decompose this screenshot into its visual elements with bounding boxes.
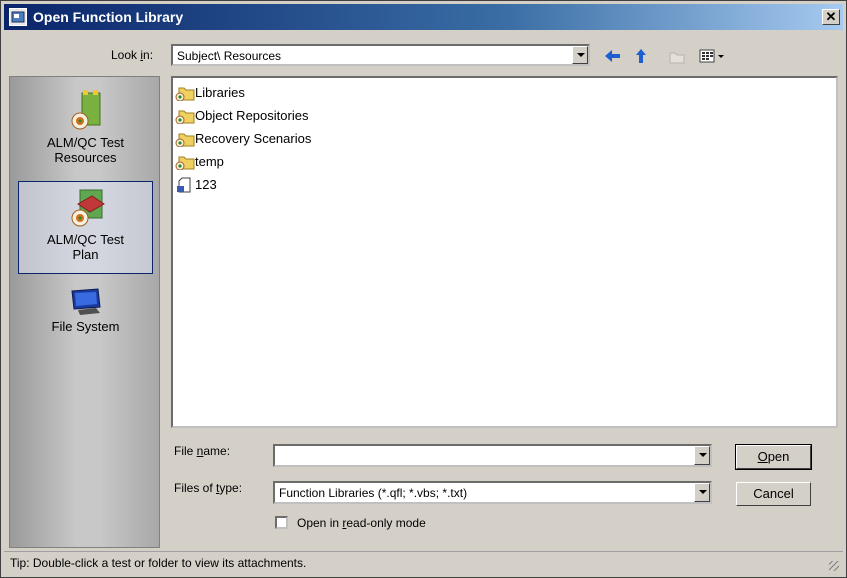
open-function-library-dialog: Open Function Library ✕ Look in: Subject… <box>0 0 847 578</box>
folder-icon <box>175 87 195 102</box>
file-icon <box>177 177 191 193</box>
list-item-label: Recovery Scenarios <box>195 131 312 147</box>
look-in-label: Look in: <box>111 48 154 62</box>
back-arrow-icon[interactable] <box>603 46 623 66</box>
close-button[interactable]: ✕ <box>822 9 840 25</box>
status-bar: Tip: Double-click a test or folder to vi… <box>4 551 843 574</box>
folder-icon <box>175 110 195 125</box>
file-type-dropdown-button[interactable] <box>694 483 710 502</box>
place-label: File System <box>51 319 120 334</box>
file-name-label: File name: <box>174 444 231 458</box>
look-in-value: Subject\ Resources <box>177 49 282 63</box>
place-test-resources[interactable]: ALM/QC Test Resources <box>18 89 153 165</box>
test-plan-icon <box>71 189 105 227</box>
places-bar: ALM/QC Test Resources ALM/QC Test Plan F… <box>9 76 160 548</box>
app-icon <box>9 8 27 26</box>
place-test-plan[interactable]: ALM/QC Test Plan <box>18 181 153 274</box>
look-in-dropdown-button[interactable] <box>572 46 588 64</box>
computer-icon <box>70 288 101 315</box>
folder-icon <box>175 133 195 148</box>
file-name-combo[interactable] <box>273 444 712 467</box>
file-list[interactable]: Libraries Object Repositories Recovery S… <box>171 76 838 428</box>
title-bar[interactable]: Open Function Library ✕ <box>4 4 843 30</box>
list-item-label: 123 <box>195 177 217 193</box>
file-type-label: Files of type: <box>174 481 243 495</box>
read-only-label[interactable]: Open in read-only mode <box>297 516 426 530</box>
test-resources-icon <box>71 90 100 130</box>
list-item[interactable]: Recovery Scenarios <box>175 130 311 150</box>
up-folder-icon[interactable] <box>631 46 651 66</box>
open-button[interactable]: Open <box>735 444 812 470</box>
folder-icon <box>175 156 195 171</box>
list-item[interactable]: temp <box>175 153 224 173</box>
list-item-label: Libraries <box>195 85 245 101</box>
cancel-button[interactable]: Cancel <box>736 482 811 506</box>
list-item[interactable]: Libraries <box>175 84 245 104</box>
view-menu-icon[interactable] <box>698 46 728 66</box>
place-label: Resources <box>54 150 117 165</box>
status-tip: Tip: Double-click a test or folder to vi… <box>10 556 307 570</box>
resize-grip-icon[interactable] <box>829 561 839 571</box>
look-in-combo[interactable]: Subject\ Resources <box>171 44 590 66</box>
new-folder-icon[interactable] <box>667 46 687 66</box>
file-name-dropdown-button[interactable] <box>694 446 710 465</box>
list-item-label: temp <box>195 154 224 170</box>
file-type-select[interactable]: Function Libraries (*.qfl; *.vbs; *.txt) <box>273 481 712 504</box>
read-only-checkbox[interactable] <box>275 516 288 529</box>
list-item[interactable]: 123 <box>175 176 217 196</box>
place-label: ALM/QC Test <box>46 135 125 150</box>
place-label: ALM/QC Test <box>46 232 125 247</box>
list-item-label: Object Repositories <box>195 108 309 124</box>
window-title: Open Function Library <box>33 9 184 25</box>
place-label: Plan <box>72 247 99 262</box>
place-file-system[interactable]: File System <box>18 285 153 334</box>
list-item[interactable]: Object Repositories <box>175 107 308 127</box>
file-type-value: Function Libraries (*.qfl; *.vbs; *.txt) <box>279 486 468 500</box>
close-icon: ✕ <box>825 9 837 24</box>
